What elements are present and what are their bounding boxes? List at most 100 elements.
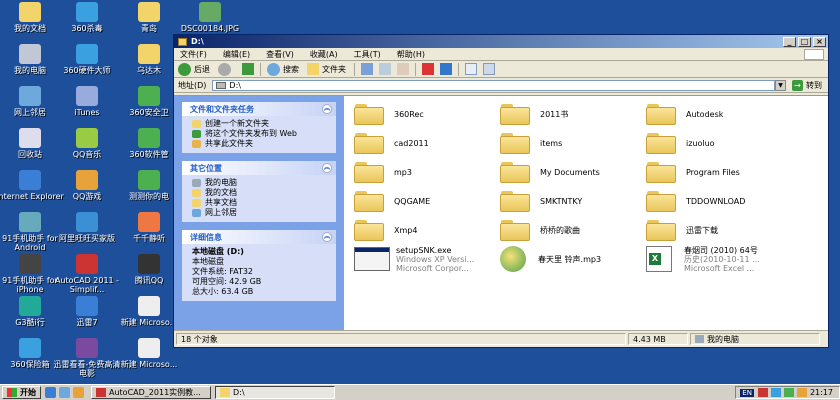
tray-network-icon[interactable] [783,388,794,397]
minimize-button[interactable]: _ [783,36,796,47]
clock[interactable]: 21:17 [810,388,833,397]
folder-icon [500,219,530,241]
desktop-icon[interactable]: AutoCAD 2011 - Simplif... [52,254,122,294]
menu-view[interactable]: 查看(V) [266,49,294,60]
file-item[interactable]: QQGAME [354,187,499,215]
menu-tools[interactable]: 工具(T) [354,49,381,60]
file-item[interactable]: items [500,129,645,157]
desktop-icon[interactable]: 360杀毒 [52,2,122,33]
address-dropdown-button[interactable]: ▼ [775,79,786,91]
desktop-icon[interactable]: QQ音乐 [52,128,122,159]
details-panel: 详细信息 ︽ 本地磁盘 (D:) 本地磁盘 文件系统: FAT32 可用空间: … [182,230,336,301]
desktop-quicklaunch-icon[interactable] [59,387,70,398]
media-quicklaunch-icon[interactable] [73,387,84,398]
back-arrow-icon [178,62,191,76]
details-header[interactable]: 详细信息 ︽ [182,230,336,244]
file-item[interactable]: 春天里 铃声.mp3 [500,245,645,273]
file-item[interactable]: 360Rec [354,100,499,128]
status-location: 我的电脑 [690,333,820,345]
my-documents-icon [19,2,41,22]
maximize-button[interactable]: □ [798,36,811,47]
file-item[interactable]: izuoluo [646,129,791,157]
menu-edit[interactable]: 编辑(E) [223,49,250,60]
task-publish-web[interactable]: 将这个文件夹发布到 Web [192,129,330,139]
desktop-icon[interactable]: 迅雷7 [52,296,122,327]
collapse-icon[interactable]: ︽ [322,104,332,114]
cut-button[interactable] [361,63,373,75]
file-item[interactable]: 迅雷下载 [646,216,791,244]
delete-button[interactable] [422,63,434,75]
tray-security-icon[interactable] [770,388,781,397]
collapse-icon[interactable]: ︽ [322,232,332,242]
desktop-icon[interactable]: DSC00184.JPG [175,2,245,33]
tray-app-icon[interactable] [757,388,768,397]
search-icon [267,62,280,76]
file-item[interactable]: X 春烟司 (2010) 64号 历史(2010-10-11 ... Microsof… [646,245,791,273]
explorer-window: D:\ _ □ × 文件(F) 编辑(E) 查看(V) 收藏(A) 工具(T) … [173,34,829,348]
toolbar-separator [458,62,459,76]
desktop-icon[interactable]: QQ游戏 [52,170,122,201]
place-my-computer[interactable]: 我的电脑 [192,178,330,188]
desktop-icon[interactable]: iTunes [52,86,122,117]
up-folder-button[interactable] [242,63,254,75]
file-item[interactable]: mp3 [354,158,499,186]
antivirus-icon [76,2,98,22]
other-places-header[interactable]: 其它位置 ︽ [182,161,336,175]
task-share-folder[interactable]: 共享此文件夹 [192,139,330,149]
file-item[interactable]: Xmp4 [354,216,499,244]
desktop-icon-label: iTunes [74,108,100,117]
forward-button[interactable] [218,62,234,76]
place-shared-documents[interactable]: 共享文档 [192,198,330,208]
go-button[interactable]: → 转到 [792,79,822,91]
file-item[interactable]: Autodesk [646,100,791,128]
task-new-folder[interactable]: 创建一个新文件夹 [192,119,330,129]
menu-favorites[interactable]: 收藏(A) [310,49,338,60]
file-tasks-header[interactable]: 文件和文件夹任务 ︽ [182,102,336,116]
search-button[interactable]: 搜索 [267,62,299,76]
language-indicator[interactable]: EN [740,388,754,397]
file-item[interactable]: TDDOWNLOAD [646,187,791,215]
file-name: QQGAME [394,196,431,206]
views-button[interactable] [483,63,495,75]
copy-button[interactable] [379,63,391,75]
desktop-icon[interactable]: 迅雷看看-免费高清电影 [52,338,122,378]
file-item[interactable]: SMKTNTKY [500,187,645,215]
folder-icon [354,161,384,183]
desktop-icon-label: DSC00184.JPG [180,24,240,33]
phone-assistant-iphone-icon [19,254,41,274]
properties-button[interactable] [465,63,477,75]
back-button[interactable]: 后退 [178,62,210,76]
desktop-icon[interactable]: 360硬件大师 [52,44,122,75]
folders-button[interactable]: 文件夹 [307,63,346,75]
collapse-icon[interactable]: ︽ [322,163,332,173]
paste-button[interactable] [397,63,409,75]
address-input[interactable]: D:\ [212,79,775,91]
task-pane: 文件和文件夹任务 ︽ 创建一个新文件夹 将这个文件夹发布到 Web 共享此文件夹… [174,96,344,331]
file-item[interactable]: Program Files [646,158,791,186]
file-item[interactable]: setupSNK.exe Windows XP Versi... Microsoft… [354,245,499,273]
place-my-documents[interactable]: 我的文档 [192,188,330,198]
file-item[interactable]: 2011书 [500,100,645,128]
recycle-bin-icon [19,128,41,148]
menu-help[interactable]: 帮助(H) [397,49,425,60]
title-bar[interactable]: D:\ _ □ × [174,35,828,48]
close-button[interactable]: × [813,36,826,47]
desktop-icon[interactable]: 阿里旺旺买家版 [52,212,122,243]
file-name: 2011书 [540,109,569,119]
status-count: 18 个对象 [176,333,626,345]
system-tray: EN 21:17 [735,386,840,399]
pc-test-icon [138,170,160,190]
ie-quicklaunch-icon[interactable] [45,387,56,398]
tray-volume-icon[interactable] [796,388,807,397]
file-item[interactable]: cad2011 [354,129,499,157]
undo-button[interactable] [440,63,452,75]
place-network[interactable]: 网上邻居 [192,208,330,218]
task-autocad-tutorial[interactable]: AutoCAD_2011实例教... [91,386,211,399]
desktop-icon[interactable]: 青岛 [114,2,184,33]
file-item[interactable]: My Documents [500,158,645,186]
task-explorer-d[interactable]: D:\ [215,386,335,399]
menu-file[interactable]: 文件(F) [180,49,207,60]
address-label: 地址(D) [178,80,207,90]
file-item[interactable]: 桥桥的歌曲 [500,216,645,244]
start-button[interactable]: 开始 [2,386,41,399]
